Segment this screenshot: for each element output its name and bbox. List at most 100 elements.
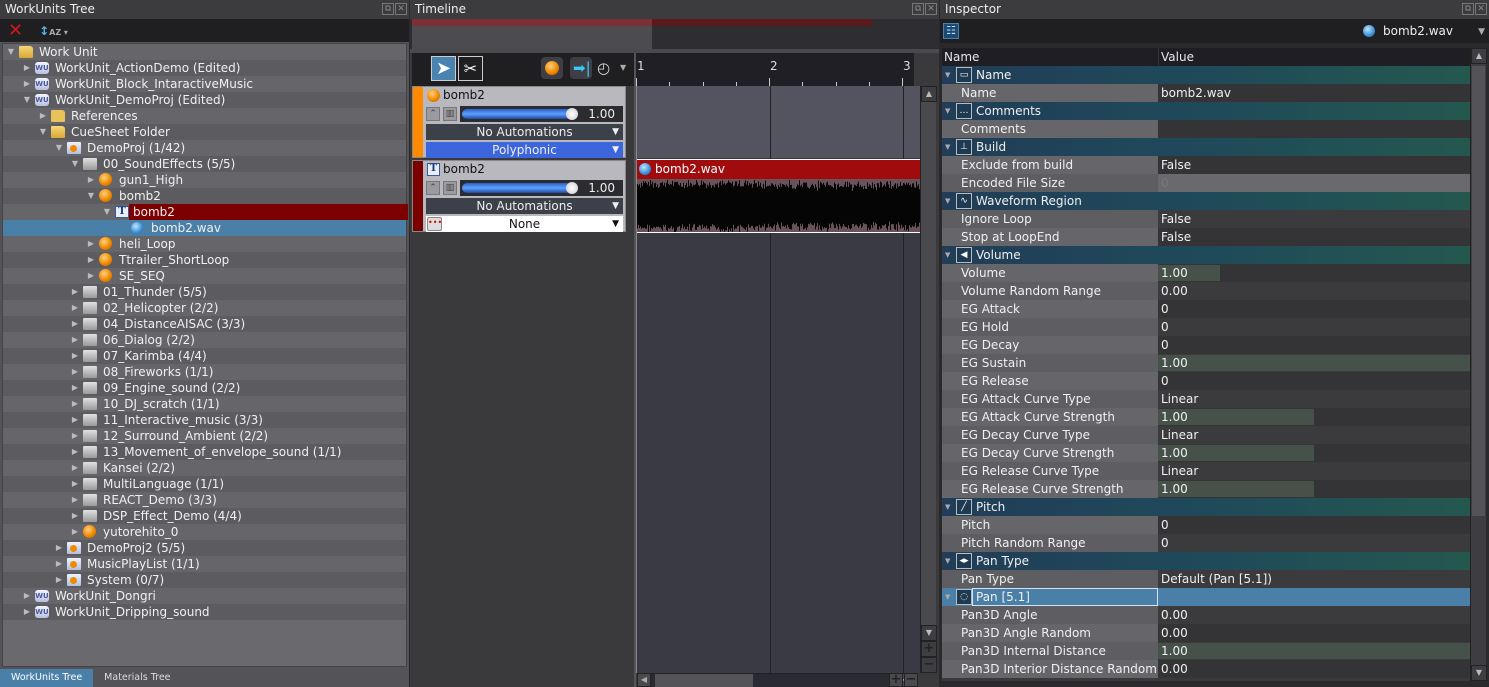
tree-item[interactable]: ▶ 09_Engine_sound (2/2) bbox=[3, 380, 406, 396]
volume-knob[interactable] bbox=[566, 108, 578, 120]
select-tool-arrow-icon[interactable]: ➤ bbox=[431, 56, 456, 81]
tree-item[interactable]: ▶ 08_Fireworks (1/1) bbox=[3, 364, 406, 380]
tree-item[interactable]: ▶ WU WorkUnit_Dripping_sound bbox=[3, 604, 406, 620]
volume-slider[interactable]: 1.00 bbox=[460, 180, 623, 196]
tree-item[interactable]: ▶ 06_Dialog (2/2) bbox=[3, 332, 406, 348]
property-value[interactable]: False bbox=[1158, 210, 1470, 228]
tree-item[interactable]: ▶ WU WorkUnit_ActionDemo (Edited) bbox=[3, 60, 406, 76]
property-value[interactable]: 1.00 bbox=[1158, 408, 1470, 426]
cut-tool-scissors-icon[interactable]: ✂ bbox=[458, 56, 483, 81]
property-value[interactable]: 0.00 bbox=[1158, 282, 1470, 300]
expand-arrow-icon[interactable]: ▶ bbox=[87, 236, 95, 252]
volume-slider[interactable]: 1.00 bbox=[460, 106, 623, 122]
track-header[interactable]: Tbomb2 ⌃ ▥ 1.00 No Automations ▼ ••• None ▼ bbox=[412, 160, 626, 232]
expand-arrow-icon[interactable]: ▶ bbox=[71, 300, 79, 316]
tree-item[interactable]: ▶ References bbox=[3, 108, 406, 124]
collapse-arrow-icon[interactable]: ▼ bbox=[39, 124, 47, 140]
expand-arrow-icon[interactable]: ▶ bbox=[71, 428, 79, 444]
tree-item[interactable]: ▶ yutorehito_0 bbox=[3, 524, 406, 540]
property-value[interactable]: 1.00 bbox=[1158, 642, 1470, 660]
close-icon[interactable]: ✕ bbox=[925, 3, 937, 15]
tree-item[interactable]: ▼ bomb2 bbox=[3, 188, 406, 204]
scroll-down-button[interactable]: ▼ bbox=[921, 625, 937, 641]
scroll-down-button[interactable]: ▼ bbox=[1471, 665, 1487, 681]
expand-arrow-icon[interactable]: ▶ bbox=[39, 108, 47, 124]
tree-item[interactable]: ▼ Work Unit bbox=[3, 44, 406, 60]
property-value[interactable]: 0 bbox=[1158, 516, 1470, 534]
expand-arrow-icon[interactable]: ▶ bbox=[23, 588, 31, 604]
property-value[interactable]: 0 bbox=[1158, 318, 1470, 336]
expand-arrow-icon[interactable]: ▶ bbox=[55, 540, 63, 556]
property-value[interactable]: False bbox=[1158, 228, 1470, 246]
tab-workunits-tree[interactable]: WorkUnits Tree bbox=[0, 669, 94, 687]
property-value[interactable] bbox=[1158, 120, 1470, 138]
close-icon[interactable]: ✕ bbox=[1475, 3, 1487, 15]
tree-item[interactable]: ▶ SE_SEQ bbox=[3, 268, 406, 284]
inspector-vertical-scrollbar[interactable]: ▲ ▼ bbox=[1470, 48, 1487, 681]
property-value[interactable]: 1.00 bbox=[1158, 444, 1470, 462]
expand-arrow-icon[interactable]: ▶ bbox=[71, 316, 79, 332]
mode-dropdown[interactable]: Polyphonic ▼ bbox=[426, 142, 623, 158]
property-section-comments[interactable]: ▼ … Comments bbox=[942, 102, 1470, 120]
property-value[interactable]: 0 bbox=[1158, 372, 1470, 390]
clock-icon[interactable]: ◴ bbox=[597, 59, 610, 77]
property-value[interactable]: False bbox=[1158, 156, 1470, 174]
property-value[interactable]: Default (Pan [5.1]) bbox=[1158, 570, 1470, 588]
mute-icon[interactable]: ▥ bbox=[443, 181, 457, 195]
expand-arrow-icon[interactable]: ▶ bbox=[87, 252, 95, 268]
property-value[interactable]: Linear bbox=[1158, 390, 1470, 408]
expand-arrow-icon[interactable]: ▶ bbox=[71, 492, 79, 508]
expand-arrow-icon[interactable]: ▶ bbox=[23, 60, 31, 76]
inspected-object[interactable]: bomb2.wav bbox=[1363, 24, 1453, 38]
volume-knob[interactable] bbox=[566, 182, 578, 194]
expand-arrow-icon[interactable]: ▶ bbox=[23, 76, 31, 92]
collapse-arrow-icon[interactable]: ▼ bbox=[945, 66, 950, 84]
float-window-icon[interactable]: ⧉ bbox=[382, 3, 394, 15]
expand-arrow-icon[interactable]: ▶ bbox=[71, 380, 79, 396]
collapse-arrow-icon[interactable]: ▼ bbox=[71, 156, 79, 172]
tree-item[interactable]: ▶ 01_Thunder (5/5) bbox=[3, 284, 406, 300]
tree-item[interactable]: ▶ 10_DJ_scratch (1/1) bbox=[3, 396, 406, 412]
tree-item[interactable]: ▼ CueSheet Folder bbox=[3, 124, 406, 140]
envelope-icon[interactable]: ⌃ bbox=[426, 107, 440, 121]
collapse-arrow-icon[interactable]: ▼ bbox=[87, 188, 95, 204]
mute-icon[interactable]: ▥ bbox=[443, 107, 457, 121]
property-section-pan-type[interactable]: ▼ ◂▸ Pan Type bbox=[942, 552, 1470, 570]
tree-item[interactable]: ▶ MultiLanguage (1/1) bbox=[3, 476, 406, 492]
column-header-name[interactable]: Name bbox=[942, 48, 1158, 66]
tree-item[interactable]: ▶ heli_Loop bbox=[3, 236, 406, 252]
expand-arrow-icon[interactable]: ▶ bbox=[71, 332, 79, 348]
collapse-arrow-icon[interactable]: ▼ bbox=[945, 102, 950, 120]
chevron-down-icon[interactable]: ▼ bbox=[620, 63, 626, 72]
collapse-arrow-icon[interactable]: ▼ bbox=[945, 138, 950, 156]
zoom-in-vertical-button[interactable]: + bbox=[921, 641, 937, 657]
chevron-down-icon[interactable]: ▼ bbox=[1478, 27, 1485, 37]
expand-arrow-icon[interactable]: ▶ bbox=[71, 476, 79, 492]
tree-item[interactable]: ▶ Ttrailer_ShortLoop bbox=[3, 252, 406, 268]
tree-item[interactable]: ▼ WU WorkUnit_DemoProj (Edited) bbox=[3, 92, 406, 108]
collapse-arrow-icon[interactable]: ▼ bbox=[7, 44, 15, 60]
tree-item[interactable]: bomb2.wav bbox=[3, 220, 406, 236]
zoom-in-horizontal-button[interactable]: + bbox=[889, 673, 903, 687]
tree-item[interactable]: ▶ MusicPlayList (1/1) bbox=[3, 556, 406, 572]
expand-arrow-icon[interactable]: ▶ bbox=[23, 604, 31, 620]
collapse-arrow-icon[interactable]: ▼ bbox=[23, 92, 31, 108]
expand-arrow-icon[interactable]: ▶ bbox=[71, 284, 79, 300]
expand-arrow-icon[interactable]: ▶ bbox=[55, 556, 63, 572]
collapse-arrow-icon[interactable]: ▼ bbox=[103, 204, 111, 220]
property-value[interactable]: 0.00 bbox=[1158, 606, 1470, 624]
timeline-horizontal-scrollbar[interactable]: ◀ ▶ bbox=[637, 673, 909, 687]
tree-item[interactable]: ▼ 00_SoundEffects (5/5) bbox=[3, 156, 406, 172]
expand-arrow-icon[interactable]: ▶ bbox=[71, 396, 79, 412]
collapse-arrow-icon[interactable]: ▼ bbox=[945, 498, 950, 516]
property-section-name[interactable]: ▼ ▭ Name bbox=[942, 66, 1470, 84]
expand-arrow-icon[interactable]: ▶ bbox=[55, 572, 63, 588]
snap-to-end-button[interactable]: ➡| bbox=[570, 57, 592, 79]
property-value[interactable]: 1.00 bbox=[1158, 264, 1470, 282]
expand-arrow-icon[interactable]: ▶ bbox=[87, 172, 95, 188]
expand-arrow-icon[interactable]: ▶ bbox=[71, 524, 79, 540]
zoom-out-vertical-button[interactable]: − bbox=[921, 657, 937, 673]
float-window-icon[interactable]: ⧉ bbox=[1462, 3, 1474, 15]
tree-item[interactable]: ▶ REACT_Demo (3/3) bbox=[3, 492, 406, 508]
property-value[interactable]: 1.00 bbox=[1158, 480, 1470, 498]
